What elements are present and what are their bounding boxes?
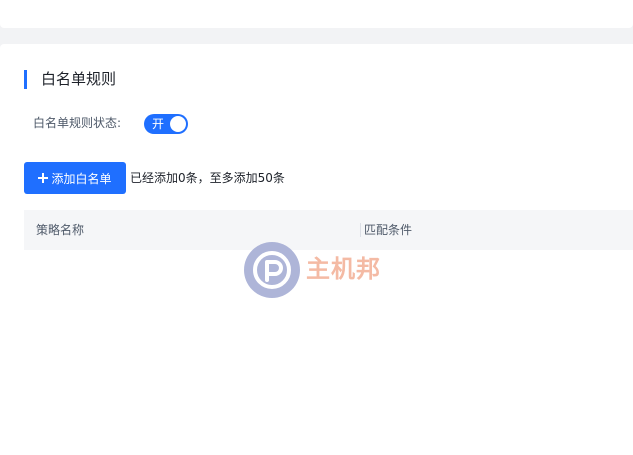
add-whitelist-button[interactable]: 添加白名单 <box>24 162 126 194</box>
add-whitelist-label: 添加白名单 <box>51 171 112 186</box>
section-title: 白名单规则 <box>24 70 116 89</box>
watermark: 主机邦 <box>244 242 394 300</box>
plus-icon <box>38 173 49 183</box>
switch-text: 开 <box>152 117 165 131</box>
whitelist-panel: 白名单规则 白名单规则状态: 开 添加白名单 已经添加0条，至多添加50条 策略… <box>0 44 633 455</box>
whitelist-status-label: 白名单规则状态: <box>33 116 122 130</box>
column-header-policy-name: 策略名称 <box>36 223 85 237</box>
switch-knob <box>170 116 186 132</box>
whitelist-status-switch[interactable]: 开 <box>144 114 188 134</box>
watermark-logo-icon <box>244 242 300 298</box>
watermark-text: 主机邦 <box>306 255 381 283</box>
column-divider <box>360 223 361 237</box>
whitelist-count-hint: 已经添加0条，至多添加50条 <box>130 171 285 185</box>
column-header-match-condition: 匹配条件 <box>364 223 413 237</box>
top-panel <box>0 0 633 28</box>
